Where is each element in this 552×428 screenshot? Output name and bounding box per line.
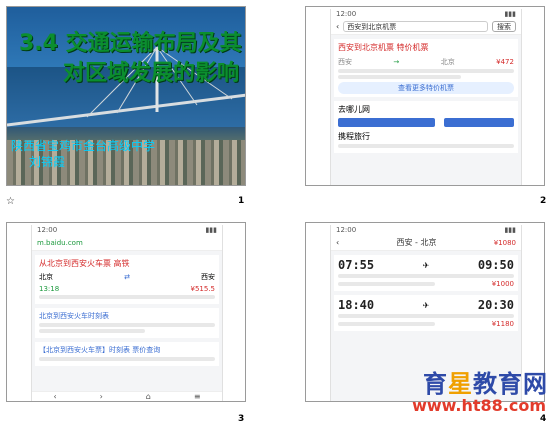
nav-bar: ‹ › ⌂ ≡ bbox=[32, 391, 222, 401]
author-name: 刘锦霞 bbox=[29, 155, 66, 169]
site-url[interactable]: m.baidu.com bbox=[37, 239, 83, 247]
train-time: 13:18 bbox=[39, 285, 60, 293]
forward-icon[interactable]: › bbox=[100, 392, 103, 401]
status-time: 12:00 bbox=[336, 226, 357, 234]
result-card: 【北京到西安火车票】时刻表 票价查询 bbox=[35, 342, 219, 366]
flight-price: ¥1180 bbox=[491, 320, 514, 328]
result-title[interactable]: 从北京到西安火车票 高铁 bbox=[39, 258, 215, 269]
station-to[interactable]: 西安 bbox=[201, 272, 215, 282]
plane-icon: ✈ bbox=[422, 260, 430, 270]
result-card: 北京到西安火车时刻表 bbox=[35, 308, 219, 338]
watermark-part-3: 教育网 bbox=[473, 370, 548, 398]
back-icon: ‹ bbox=[336, 22, 340, 31]
text-placeholder bbox=[338, 69, 514, 73]
slide-number-1: 1 bbox=[238, 196, 245, 206]
status-bar: 12:00 ▮▮▮ bbox=[331, 9, 521, 19]
transition-star-icon: ☆ bbox=[6, 196, 15, 207]
flight-card-1[interactable]: 07:55 ✈ 09:50 ¥1000 bbox=[334, 255, 518, 291]
search-input[interactable]: 西安到北京机票 bbox=[343, 21, 488, 32]
departure-time: 07:55 bbox=[338, 258, 375, 272]
search-button[interactable]: 搜索 bbox=[492, 21, 516, 32]
title-line-2: 对区域发展的影响 bbox=[63, 61, 240, 86]
result-title[interactable]: 西安到北京机票 特价机票 bbox=[338, 42, 514, 53]
status-time: 12:00 bbox=[336, 10, 357, 18]
watermark-logo: 育星教育网 bbox=[423, 364, 548, 399]
menu-icon[interactable]: ≡ bbox=[194, 392, 201, 401]
back-icon[interactable]: ‹ bbox=[53, 392, 56, 401]
more-button[interactable]: 查看更多特价机票 bbox=[338, 82, 514, 94]
swap-icon[interactable]: ⇄ bbox=[124, 273, 130, 281]
departure-time: 18:40 bbox=[338, 298, 375, 312]
plane-icon: ✈ bbox=[422, 300, 430, 310]
text-placeholder bbox=[338, 314, 514, 318]
blue-banner bbox=[338, 118, 435, 127]
slide-number-3: 3 bbox=[238, 414, 245, 424]
text-placeholder bbox=[39, 357, 215, 361]
result-card: 西安到北京机票 特价机票 西安 → 北京 ¥472 查看更多特价机票 bbox=[334, 39, 518, 97]
result-card: 去哪儿网 携程旅行 bbox=[334, 101, 518, 153]
phone-screenshot: 12:00 ▮▮▮ m.baidu.com 从北京到西安火车票 高铁 北京 ⇄ 西… bbox=[31, 225, 223, 401]
text-placeholder bbox=[39, 323, 215, 327]
arrival-time: 09:50 bbox=[477, 258, 514, 272]
route-arrow-icon: → bbox=[393, 58, 400, 66]
text-placeholder bbox=[338, 282, 435, 286]
text-placeholder bbox=[39, 329, 145, 333]
status-bar: 12:00 ▮▮▮ bbox=[331, 225, 521, 235]
battery-icon: ▮▮▮ bbox=[205, 226, 217, 234]
battery-icon: ▮▮▮ bbox=[504, 10, 516, 18]
title-line-1: 3.4 交通运输布局及其 bbox=[19, 31, 242, 56]
watermark-part-2: 星 bbox=[448, 370, 473, 398]
price-label: ¥472 bbox=[496, 58, 514, 66]
watermark-url: www.ht88.com bbox=[412, 396, 546, 415]
text-placeholder bbox=[338, 322, 435, 326]
watermark-part-1: 育 bbox=[423, 370, 448, 398]
battery-icon: ▮▮▮ bbox=[504, 226, 516, 234]
flight-price: ¥1000 bbox=[491, 280, 514, 288]
search-bar: ‹ 西安到北京机票 搜索 bbox=[331, 19, 521, 35]
status-bar: 12:00 ▮▮▮ bbox=[32, 225, 222, 235]
slide-thumbnail-2[interactable]: 12:00 ▮▮▮ ‹ 西安到北京机票 搜索 西安到北京机票 特价机票 西安 → … bbox=[305, 6, 545, 186]
url-bar: m.baidu.com bbox=[32, 235, 222, 251]
result-link-2[interactable]: 【北京到西安火车票】时刻表 票价查询 bbox=[39, 345, 215, 355]
result-card: 从北京到西安火车票 高铁 北京 ⇄ 西安 13:18 ¥515.5 bbox=[35, 255, 219, 304]
slide-thumbnail-3[interactable]: 12:00 ▮▮▮ m.baidu.com 从北京到西安火车票 高铁 北京 ⇄ 西… bbox=[6, 222, 246, 402]
blue-banner bbox=[443, 118, 514, 127]
route-title: 西安 - 北京 bbox=[396, 238, 437, 247]
text-placeholder bbox=[338, 75, 462, 79]
slide-number-4: 4 bbox=[540, 414, 547, 424]
result-link-1[interactable]: 北京到西安火车时刻表 bbox=[39, 311, 215, 321]
result-row-1[interactable]: 去哪儿网 bbox=[338, 104, 514, 115]
station-from[interactable]: 北京 bbox=[39, 272, 53, 282]
slide-thumbnail-1[interactable]: 3.4 交通运输布局及其 对区域发展的影响 陕西省宝鸡市金台高级中学 刘锦霞 bbox=[6, 6, 246, 186]
text-placeholder bbox=[338, 144, 514, 148]
slide-number-2: 2 bbox=[540, 196, 547, 206]
top-price: ¥1080 bbox=[493, 238, 516, 247]
home-icon[interactable]: ⌂ bbox=[146, 392, 151, 401]
train-price: ¥515.5 bbox=[190, 285, 216, 293]
slide-title: 3.4 交通运输布局及其 对区域发展的影响 bbox=[19, 29, 245, 89]
school-name: 陕西省宝鸡市金台高级中学 bbox=[11, 139, 156, 153]
tab-from: 西安 bbox=[338, 58, 352, 66]
text-placeholder bbox=[39, 295, 215, 299]
flight-header: ‹ 西安 - 北京 ¥1080 bbox=[331, 235, 521, 251]
arrival-time: 20:30 bbox=[477, 298, 514, 312]
status-time: 12:00 bbox=[37, 226, 58, 234]
result-row-2[interactable]: 携程旅行 bbox=[338, 131, 514, 142]
phone-screenshot: 12:00 ▮▮▮ ‹ 西安到北京机票 搜索 西安到北京机票 特价机票 西安 → … bbox=[330, 9, 522, 185]
flight-card-2[interactable]: 18:40 ✈ 20:30 ¥1180 bbox=[334, 295, 518, 331]
tab-to: 北京 bbox=[440, 58, 455, 66]
text-placeholder bbox=[338, 274, 514, 278]
